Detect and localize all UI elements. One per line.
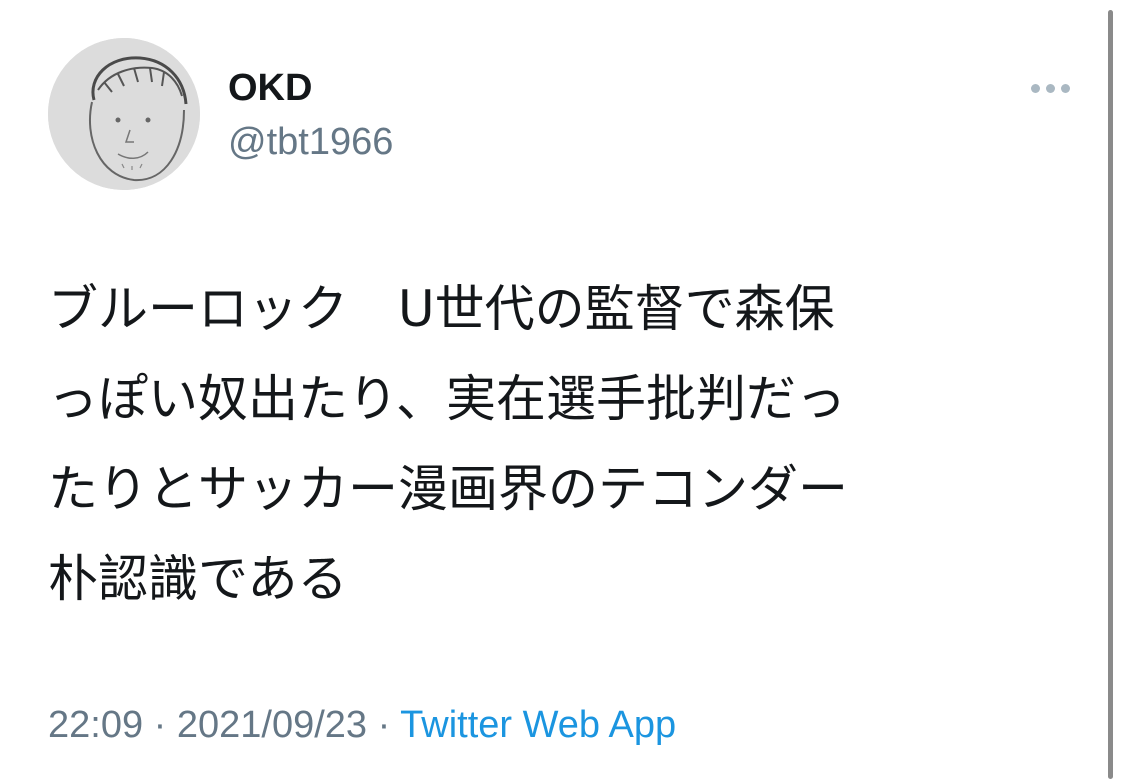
user-handle[interactable]: @tbt1966: [228, 119, 393, 165]
tweet-text-line: っぽい奴出たり、実在選手批判だっ: [48, 370, 846, 428]
tweet-text-line: ブルーロック U世代の監督で森保: [48, 280, 835, 338]
more-horizontal-icon: [1030, 83, 1040, 93]
more-options-button[interactable]: [1022, 72, 1078, 104]
tweet-text: ブルーロック U世代の監督で森保 っぽい奴出たり、実在選手批判だっ たりとサッカ…: [48, 264, 1058, 624]
tweet-meta: 22:09 · 2021/09/23 · Twitter Web App: [48, 700, 676, 750]
meta-separator: ·: [143, 704, 177, 746]
display-name[interactable]: OKD: [228, 66, 312, 110]
avatar-doodle-face-icon: [48, 38, 200, 190]
tweet-text-line: たりとサッカー漫画界のテコンダー: [48, 460, 848, 518]
tweet-detail: OKD @tbt1966 ブルーロック U世代の監督で森保 っぽい奴出たり、実在…: [0, 0, 1125, 779]
tweet-time[interactable]: 22:09: [48, 704, 143, 746]
tweet-date[interactable]: 2021/09/23: [177, 704, 367, 746]
more-horizontal-icon: [1045, 83, 1055, 93]
scrollbar[interactable]: [1108, 10, 1113, 779]
avatar[interactable]: [48, 38, 200, 190]
tweet-source-link[interactable]: Twitter Web App: [400, 704, 676, 746]
meta-separator: ·: [367, 704, 401, 746]
tweet-text-line: 朴認識である: [48, 550, 348, 608]
more-horizontal-icon: [1060, 83, 1070, 93]
